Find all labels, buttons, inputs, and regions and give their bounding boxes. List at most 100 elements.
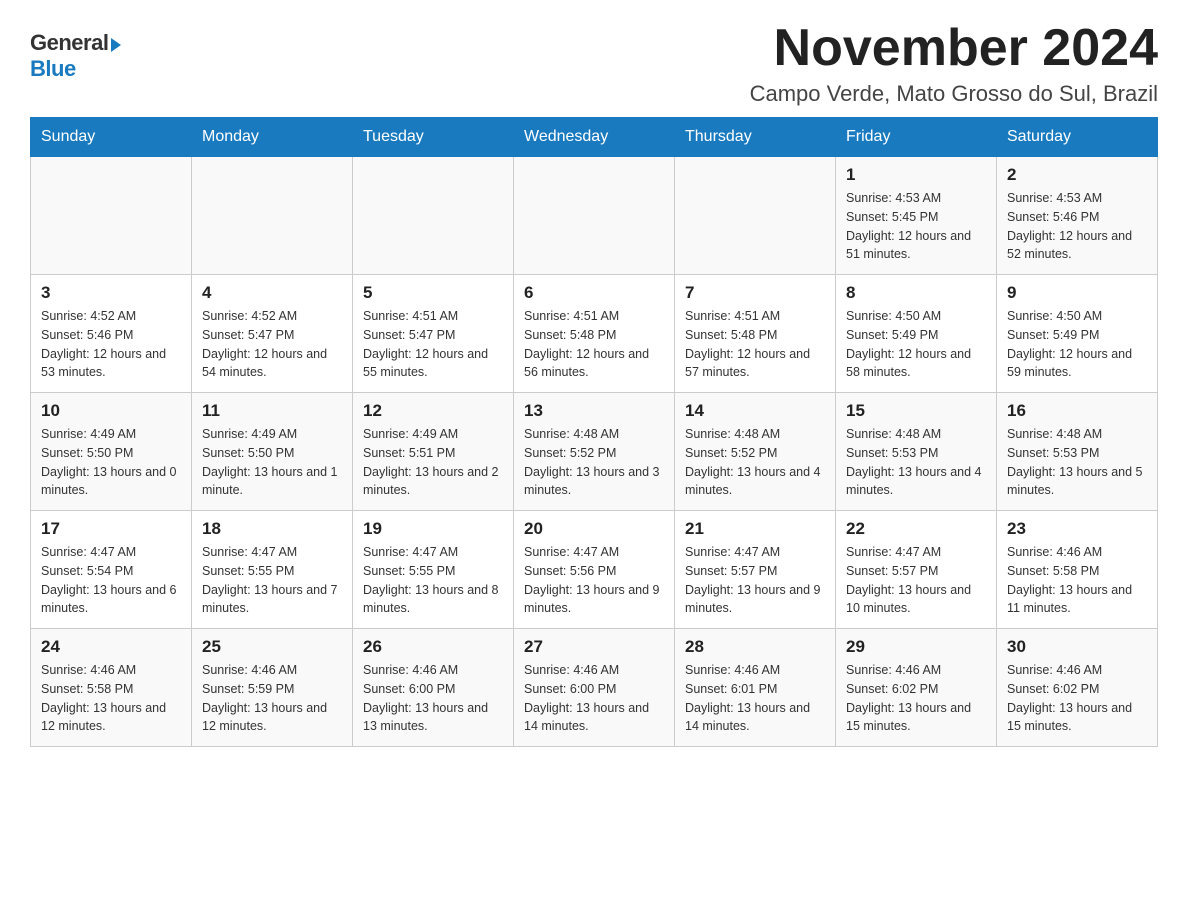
day-number: 19	[363, 519, 503, 539]
header-sunday: Sunday	[31, 118, 192, 157]
calendar-cell: 2 Sunrise: 4:53 AMSunset: 5:46 PMDaylight…	[997, 157, 1158, 275]
day-info: Sunrise: 4:47 AMSunset: 5:54 PMDaylight:…	[41, 543, 181, 618]
calendar-header-row: Sunday Monday Tuesday Wednesday Thursday…	[31, 118, 1158, 157]
calendar-cell: 29 Sunrise: 4:46 AMSunset: 6:02 PMDayligh…	[836, 629, 997, 747]
day-number: 16	[1007, 401, 1147, 421]
day-number: 9	[1007, 283, 1147, 303]
logo-general-text: General	[30, 30, 108, 56]
calendar-week-row: 3 Sunrise: 4:52 AMSunset: 5:46 PMDaylight…	[31, 275, 1158, 393]
calendar-cell: 13 Sunrise: 4:48 AMSunset: 5:52 PMDayligh…	[514, 393, 675, 511]
day-info: Sunrise: 4:46 AMSunset: 6:02 PMDaylight:…	[1007, 661, 1147, 736]
calendar-cell: 17Sunrise: 4:47 AMSunset: 5:54 PMDayligh…	[31, 511, 192, 629]
day-info: Sunrise: 4:47 AMSunset: 5:55 PMDaylight:…	[363, 543, 503, 618]
day-number: 4	[202, 283, 342, 303]
calendar-week-row: 17Sunrise: 4:47 AMSunset: 5:54 PMDayligh…	[31, 511, 1158, 629]
header-saturday: Saturday	[997, 118, 1158, 157]
logo-arrow-icon	[111, 38, 121, 52]
calendar-cell: 18Sunrise: 4:47 AMSunset: 5:55 PMDayligh…	[192, 511, 353, 629]
calendar-cell: 12 Sunrise: 4:49 AMSunset: 5:51 PMDayligh…	[353, 393, 514, 511]
day-info: Sunrise: 4:49 AMSunset: 5:50 PMDaylight:…	[41, 425, 181, 500]
calendar-cell: 10 Sunrise: 4:49 AMSunset: 5:50 PMDayligh…	[31, 393, 192, 511]
day-info: Sunrise: 4:46 AMSunset: 5:58 PMDaylight:…	[41, 661, 181, 736]
calendar-cell: 27 Sunrise: 4:46 AMSunset: 6:00 PMDayligh…	[514, 629, 675, 747]
day-number: 27	[524, 637, 664, 657]
header-thursday: Thursday	[675, 118, 836, 157]
calendar-cell: 8Sunrise: 4:50 AMSunset: 5:49 PMDaylight…	[836, 275, 997, 393]
calendar-cell: 22 Sunrise: 4:47 AMSunset: 5:57 PMDayligh…	[836, 511, 997, 629]
calendar-cell	[192, 157, 353, 275]
location-subtitle: Campo Verde, Mato Grosso do Sul, Brazil	[750, 81, 1158, 107]
day-number: 6	[524, 283, 664, 303]
calendar-cell: 11 Sunrise: 4:49 AMSunset: 5:50 PMDayligh…	[192, 393, 353, 511]
calendar-table: Sunday Monday Tuesday Wednesday Thursday…	[30, 117, 1158, 747]
logo-blue-text: Blue	[30, 56, 76, 82]
day-number: 30	[1007, 637, 1147, 657]
calendar-cell: 21Sunrise: 4:47 AMSunset: 5:57 PMDayligh…	[675, 511, 836, 629]
day-number: 20	[524, 519, 664, 539]
calendar-cell: 9 Sunrise: 4:50 AMSunset: 5:49 PMDaylight…	[997, 275, 1158, 393]
day-number: 1	[846, 165, 986, 185]
logo: General Blue	[30, 20, 121, 82]
calendar-cell: 14 Sunrise: 4:48 AMSunset: 5:52 PMDayligh…	[675, 393, 836, 511]
month-year-title: November 2024	[750, 20, 1158, 77]
calendar-week-row: 24Sunrise: 4:46 AMSunset: 5:58 PMDayligh…	[31, 629, 1158, 747]
day-info: Sunrise: 4:51 AMSunset: 5:47 PMDaylight:…	[363, 307, 503, 382]
calendar-cell: 6 Sunrise: 4:51 AMSunset: 5:48 PMDaylight…	[514, 275, 675, 393]
day-info: Sunrise: 4:49 AMSunset: 5:51 PMDaylight:…	[363, 425, 503, 500]
header-wednesday: Wednesday	[514, 118, 675, 157]
calendar-cell: 4Sunrise: 4:52 AMSunset: 5:47 PMDaylight…	[192, 275, 353, 393]
day-number: 13	[524, 401, 664, 421]
day-info: Sunrise: 4:46 AMSunset: 6:01 PMDaylight:…	[685, 661, 825, 736]
day-info: Sunrise: 4:53 AMSunset: 5:46 PMDaylight:…	[1007, 189, 1147, 264]
day-number: 14	[685, 401, 825, 421]
day-number: 28	[685, 637, 825, 657]
header-monday: Monday	[192, 118, 353, 157]
page-header: General Blue November 2024 Campo Verde, …	[30, 20, 1158, 107]
day-info: Sunrise: 4:52 AMSunset: 5:46 PMDaylight:…	[41, 307, 181, 382]
day-info: Sunrise: 4:46 AMSunset: 5:59 PMDaylight:…	[202, 661, 342, 736]
day-info: Sunrise: 4:46 AMSunset: 5:58 PMDaylight:…	[1007, 543, 1147, 618]
day-number: 11	[202, 401, 342, 421]
calendar-cell: 23Sunrise: 4:46 AMSunset: 5:58 PMDayligh…	[997, 511, 1158, 629]
title-area: November 2024 Campo Verde, Mato Grosso d…	[750, 20, 1158, 107]
calendar-cell: 20 Sunrise: 4:47 AMSunset: 5:56 PMDayligh…	[514, 511, 675, 629]
calendar-cell	[353, 157, 514, 275]
header-tuesday: Tuesday	[353, 118, 514, 157]
day-number: 18	[202, 519, 342, 539]
day-info: Sunrise: 4:48 AMSunset: 5:53 PMDaylight:…	[1007, 425, 1147, 500]
day-number: 29	[846, 637, 986, 657]
day-number: 12	[363, 401, 503, 421]
day-info: Sunrise: 4:46 AMSunset: 6:00 PMDaylight:…	[363, 661, 503, 736]
calendar-cell: 1 Sunrise: 4:53 AMSunset: 5:45 PMDaylight…	[836, 157, 997, 275]
calendar-cell: 7 Sunrise: 4:51 AMSunset: 5:48 PMDaylight…	[675, 275, 836, 393]
calendar-week-row: 1 Sunrise: 4:53 AMSunset: 5:45 PMDaylight…	[31, 157, 1158, 275]
calendar-cell	[514, 157, 675, 275]
day-number: 5	[363, 283, 503, 303]
day-info: Sunrise: 4:51 AMSunset: 5:48 PMDaylight:…	[524, 307, 664, 382]
day-number: 2	[1007, 165, 1147, 185]
day-number: 7	[685, 283, 825, 303]
calendar-cell: 16 Sunrise: 4:48 AMSunset: 5:53 PMDayligh…	[997, 393, 1158, 511]
day-number: 25	[202, 637, 342, 657]
day-info: Sunrise: 4:46 AMSunset: 6:02 PMDaylight:…	[846, 661, 986, 736]
day-info: Sunrise: 4:50 AMSunset: 5:49 PMDaylight:…	[1007, 307, 1147, 382]
day-info: Sunrise: 4:48 AMSunset: 5:52 PMDaylight:…	[685, 425, 825, 500]
day-info: Sunrise: 4:51 AMSunset: 5:48 PMDaylight:…	[685, 307, 825, 382]
day-info: Sunrise: 4:46 AMSunset: 6:00 PMDaylight:…	[524, 661, 664, 736]
day-info: Sunrise: 4:47 AMSunset: 5:56 PMDaylight:…	[524, 543, 664, 618]
day-info: Sunrise: 4:53 AMSunset: 5:45 PMDaylight:…	[846, 189, 986, 264]
day-info: Sunrise: 4:48 AMSunset: 5:52 PMDaylight:…	[524, 425, 664, 500]
day-number: 10	[41, 401, 181, 421]
day-info: Sunrise: 4:50 AMSunset: 5:49 PMDaylight:…	[846, 307, 986, 382]
day-info: Sunrise: 4:47 AMSunset: 5:57 PMDaylight:…	[685, 543, 825, 618]
day-info: Sunrise: 4:47 AMSunset: 5:57 PMDaylight:…	[846, 543, 986, 618]
calendar-cell	[31, 157, 192, 275]
day-number: 22	[846, 519, 986, 539]
day-number: 26	[363, 637, 503, 657]
day-number: 15	[846, 401, 986, 421]
calendar-cell: 5 Sunrise: 4:51 AMSunset: 5:47 PMDaylight…	[353, 275, 514, 393]
day-number: 3	[41, 283, 181, 303]
day-info: Sunrise: 4:48 AMSunset: 5:53 PMDaylight:…	[846, 425, 986, 500]
day-info: Sunrise: 4:49 AMSunset: 5:50 PMDaylight:…	[202, 425, 342, 500]
calendar-cell: 28 Sunrise: 4:46 AMSunset: 6:01 PMDayligh…	[675, 629, 836, 747]
